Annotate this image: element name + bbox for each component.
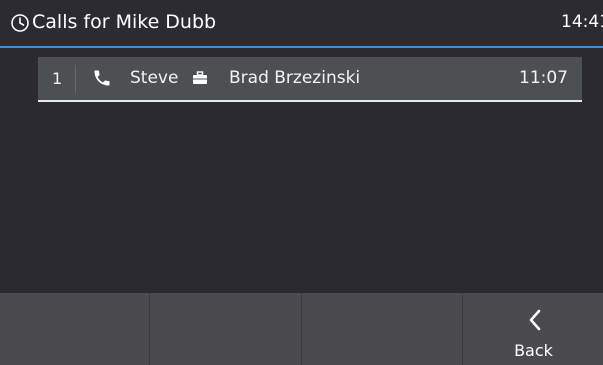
call-list-item[interactable]: 1 Steve Brad Brzezinski 11:07	[38, 57, 582, 102]
back-button-label: Back	[514, 341, 553, 360]
softkey-2[interactable]	[151, 293, 302, 365]
softkey-bar: Back	[0, 293, 603, 365]
softkey-3[interactable]	[303, 293, 463, 365]
caller-name: Steve	[130, 68, 179, 88]
page-title: Calls for Mike Dubb	[32, 11, 217, 33]
header-bar: Calls for Mike Dubb 14:41	[0, 0, 603, 48]
back-button[interactable]: Back	[464, 293, 603, 365]
softkey-1[interactable]	[0, 293, 150, 365]
clock-icon	[11, 14, 29, 32]
chevron-left-icon	[529, 309, 541, 331]
row-divider	[75, 65, 76, 93]
briefcase-icon	[193, 71, 207, 84]
callee-name: Brad Brzezinski	[229, 68, 361, 88]
clock-time: 14:41	[561, 12, 603, 32]
phone-icon	[94, 70, 110, 86]
call-index: 1	[52, 69, 63, 88]
call-duration: 11:07	[519, 68, 568, 88]
